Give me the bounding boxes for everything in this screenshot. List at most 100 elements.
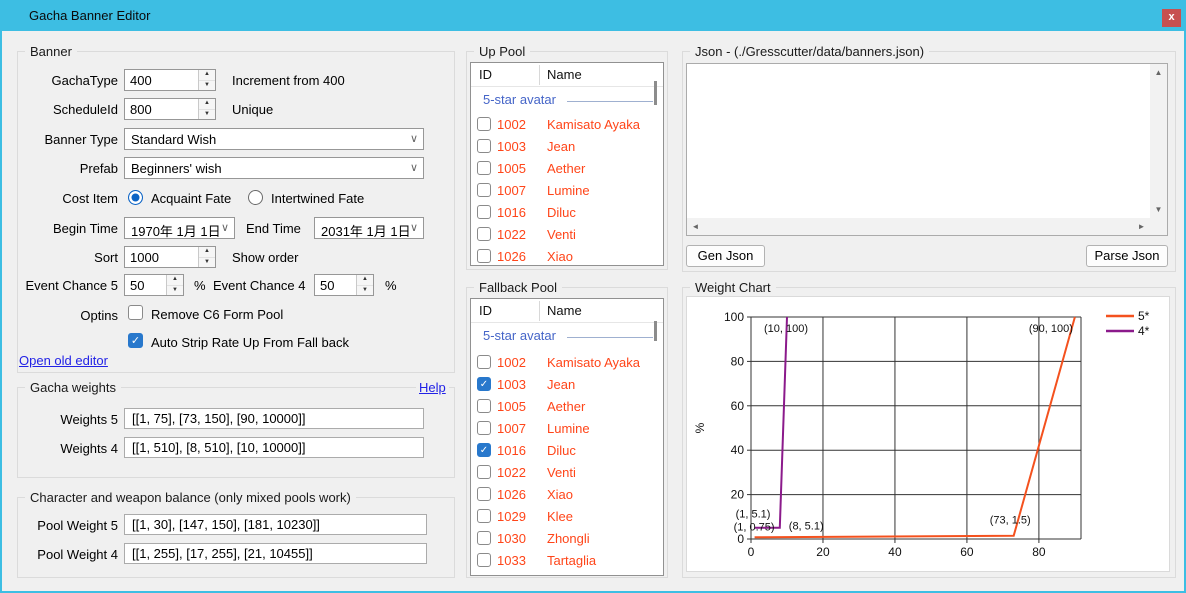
pool-item-row[interactable]: 1007Lumine <box>471 179 663 201</box>
item-checkbox[interactable] <box>477 487 491 501</box>
event-chance-4-spinner[interactable]: 50 ▲▼ <box>314 274 374 296</box>
item-name: Aether <box>547 399 585 414</box>
item-checkbox[interactable] <box>477 355 491 369</box>
pool-item-row[interactable]: 1026Xiao <box>471 483 663 505</box>
svg-text:20: 20 <box>816 545 830 559</box>
begin-time-picker[interactable]: 1970年 1月 1日 ∨ <box>124 217 235 239</box>
column-header-name[interactable]: Name <box>547 303 582 318</box>
spin-down-icon[interactable]: ▼ <box>357 286 373 296</box>
scroll-left-icon[interactable]: ◄ <box>687 218 704 235</box>
pool-weight-5-input[interactable]: [[1, 30], [147, 150], [181, 10230]] <box>124 514 427 535</box>
weights-4-input[interactable]: [[1, 510], [8, 510], [10, 10000]] <box>124 437 424 458</box>
pool-item-row[interactable]: 1002Kamisato Ayaka <box>471 351 663 373</box>
weights-5-input[interactable]: [[1, 75], [73, 150], [90, 10000]] <box>124 408 424 429</box>
spin-up-icon[interactable]: ▲ <box>167 275 183 286</box>
auto-strip-checkbox[interactable]: ✓ <box>128 333 143 348</box>
item-checkbox[interactable] <box>477 161 491 175</box>
pool-item-row[interactable]: 1005Aether <box>471 157 663 179</box>
fallback-pool-scrollbar-thumb[interactable] <box>654 321 657 341</box>
help-link[interactable]: Help <box>416 380 449 395</box>
item-id: 1026 <box>497 249 541 264</box>
item-name: Zhongli <box>547 531 590 546</box>
pool-item-row[interactable]: 1016Diluc <box>471 201 663 223</box>
up-pool-scrollbar-thumb[interactable] <box>654 81 657 105</box>
spin-down-icon[interactable]: ▼ <box>167 286 183 296</box>
pool-item-row[interactable]: 1026Xiao <box>471 245 663 266</box>
pool-item-row[interactable]: 1005Aether <box>471 395 663 417</box>
item-checkbox[interactable] <box>477 553 491 567</box>
item-checkbox[interactable] <box>477 227 491 241</box>
json-textarea[interactable]: ▲ ▼ ◄ ► <box>686 63 1168 236</box>
intertwined-fate-radio[interactable] <box>248 190 263 205</box>
open-old-editor-link[interactable]: Open old editor <box>19 353 108 368</box>
banner-type-select[interactable]: Standard Wish ∨ <box>124 128 424 150</box>
item-checkbox[interactable] <box>477 205 491 219</box>
pool-item-row[interactable]: 1033Tartaglia <box>471 549 663 571</box>
spin-up-icon[interactable]: ▲ <box>199 99 215 110</box>
chevron-down-icon: ∨ <box>410 221 418 234</box>
remove-c6-checkbox[interactable] <box>128 305 143 320</box>
item-checkbox[interactable]: ✓ <box>477 575 491 576</box>
scheduleid-label: ScheduleId <box>13 102 118 117</box>
scroll-right-icon[interactable]: ► <box>1133 218 1150 235</box>
item-checkbox[interactable] <box>477 399 491 413</box>
json-horizontal-scrollbar[interactable]: ◄ ► <box>687 218 1150 235</box>
pool-item-row[interactable]: 1022Venti <box>471 461 663 483</box>
column-divider <box>539 65 540 85</box>
event-chance-5-value: 50 <box>130 278 144 293</box>
close-button[interactable]: x <box>1162 9 1181 27</box>
pool-item-row[interactable]: 1002Kamisato Ayaka <box>471 113 663 135</box>
weights-5-label: Weights 5 <box>13 412 118 427</box>
event-chance-5-spinner[interactable]: 50 ▲▼ <box>124 274 184 296</box>
gen-json-button[interactable]: Gen Json <box>686 245 765 267</box>
event-chance-4-value: 50 <box>320 278 334 293</box>
scheduleid-spinner[interactable]: 800 ▲▼ <box>124 98 216 120</box>
pool-item-row[interactable]: 1022Venti <box>471 223 663 245</box>
item-checkbox[interactable]: ✓ <box>477 443 491 457</box>
item-id: 1016 <box>497 205 541 220</box>
spin-up-icon[interactable]: ▲ <box>357 275 373 286</box>
item-checkbox[interactable] <box>477 531 491 545</box>
spin-up-icon[interactable]: ▲ <box>199 247 215 258</box>
section-line <box>567 101 653 102</box>
prefab-select[interactable]: Beginners' wish ∨ <box>124 157 424 179</box>
column-header-name[interactable]: Name <box>547 67 582 82</box>
item-checkbox[interactable] <box>477 139 491 153</box>
sort-spinner[interactable]: 1000 ▲▼ <box>124 246 216 268</box>
acquaint-fate-radio[interactable] <box>128 190 143 205</box>
fallback-pool-list[interactable]: ID Name 5-star avatar 1002Kamisato Ayaka… <box>470 298 664 576</box>
scroll-up-icon[interactable]: ▲ <box>1150 64 1167 81</box>
json-vertical-scrollbar[interactable]: ▲ ▼ <box>1150 64 1167 218</box>
spin-down-icon[interactable]: ▼ <box>199 110 215 120</box>
item-checkbox[interactable] <box>477 249 491 263</box>
pool-item-row[interactable]: 1007Lumine <box>471 417 663 439</box>
item-checkbox[interactable] <box>477 509 491 523</box>
event-chance-4-label: Event Chance 4 <box>213 278 306 293</box>
item-checkbox[interactable]: ✓ <box>477 377 491 391</box>
item-checkbox[interactable] <box>477 117 491 131</box>
pool-item-row[interactable]: 1003Jean <box>471 135 663 157</box>
item-checkbox[interactable] <box>477 421 491 435</box>
spin-down-icon[interactable]: ▼ <box>199 81 215 91</box>
item-checkbox[interactable] <box>477 183 491 197</box>
pool-weight-4-input[interactable]: [[1, 255], [17, 255], [21, 10455]] <box>124 543 427 564</box>
end-time-picker[interactable]: 2031年 1月 1日 ∨ <box>314 217 424 239</box>
spin-up-icon[interactable]: ▲ <box>199 70 215 81</box>
pool-item-row[interactable]: 1029Klee <box>471 505 663 527</box>
column-header-id[interactable]: ID <box>479 67 492 82</box>
spin-down-icon[interactable]: ▼ <box>199 258 215 268</box>
section-label: 5-star avatar <box>483 92 556 107</box>
gachatype-spinner[interactable]: 400 ▲▼ <box>124 69 216 91</box>
svg-text:40: 40 <box>888 545 902 559</box>
parse-json-button[interactable]: Parse Json <box>1086 245 1168 267</box>
pool-item-row[interactable]: ✓1035Qiqi <box>471 571 663 576</box>
title-bar[interactable]: Gacha Banner Editor x <box>0 0 1186 31</box>
up-pool-list[interactable]: ID Name 5-star avatar 1002Kamisato Ayaka… <box>470 62 664 266</box>
banner-type-value: Standard Wish <box>131 132 216 147</box>
pool-item-row[interactable]: ✓1016Diluc <box>471 439 663 461</box>
pool-item-row[interactable]: 1030Zhongli <box>471 527 663 549</box>
column-header-id[interactable]: ID <box>479 303 492 318</box>
item-checkbox[interactable] <box>477 465 491 479</box>
pool-item-row[interactable]: ✓1003Jean <box>471 373 663 395</box>
scroll-down-icon[interactable]: ▼ <box>1150 201 1167 218</box>
